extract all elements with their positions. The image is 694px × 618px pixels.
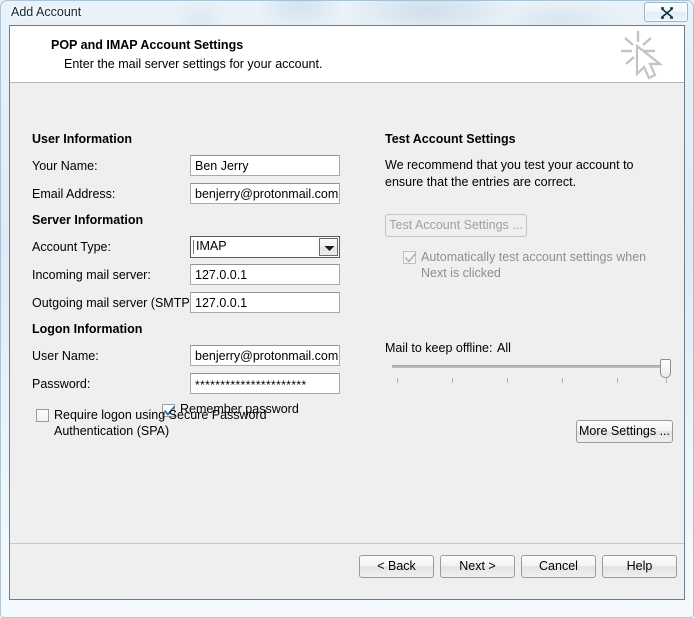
- cursor-sparkle-icon: [616, 29, 672, 81]
- help-button[interactable]: Help: [602, 555, 677, 578]
- your-name-input[interactable]: [190, 155, 340, 176]
- account-type-dropdown-button[interactable]: [319, 238, 338, 256]
- password-label: Password:: [32, 377, 91, 391]
- account-type-value: IMAP: [196, 239, 227, 253]
- title-bar: Add Account: [0, 0, 694, 26]
- mail-to-keep-offline-label: Mail to keep offline:: [385, 341, 493, 355]
- auto-test-checkbox[interactable]: [403, 251, 416, 264]
- email-address-label: Email Address:: [32, 187, 116, 201]
- auto-test-label: Automatically test account settings when…: [421, 250, 647, 280]
- incoming-mail-server-input[interactable]: [190, 264, 340, 285]
- slider-tick: [562, 378, 563, 383]
- dialog-body: User Information Your Name: Email Addres…: [10, 83, 684, 543]
- page-subtitle: Enter the mail server settings for your …: [64, 57, 323, 71]
- slider-tick: [507, 378, 508, 383]
- slider-tick: [397, 378, 398, 383]
- mail-to-keep-offline-slider[interactable]: [388, 359, 672, 385]
- slider-track: [392, 365, 668, 368]
- cancel-button[interactable]: Cancel: [521, 555, 596, 578]
- page-title: POP and IMAP Account Settings: [51, 38, 244, 52]
- password-input[interactable]: **********************: [190, 373, 340, 394]
- outgoing-mail-server-label: Outgoing mail server (SMTP):: [32, 296, 198, 310]
- incoming-mail-server-label: Incoming mail server:: [32, 268, 151, 282]
- section-heading-test-account-settings: Test Account Settings: [385, 132, 516, 146]
- slider-tick: [617, 378, 618, 383]
- account-type-select[interactable]: IMAP: [190, 236, 340, 258]
- add-account-dialog: Add Account POP and IMAP Account Setting…: [0, 0, 694, 618]
- slider-tick: [452, 378, 453, 383]
- section-heading-server-information: Server Information: [32, 213, 144, 227]
- user-name-label: User Name:: [32, 349, 99, 363]
- account-type-label: Account Type:: [32, 240, 111, 254]
- test-account-description: We recommend that you test your account …: [385, 158, 634, 189]
- require-spa-checkbox[interactable]: [36, 409, 49, 422]
- dialog-header: POP and IMAP Account Settings Enter the …: [10, 26, 684, 83]
- outgoing-mail-server-input[interactable]: [190, 292, 340, 313]
- your-name-label: Your Name:: [32, 159, 98, 173]
- slider-thumb[interactable]: [660, 359, 671, 378]
- test-account-settings-button[interactable]: Test Account Settings ...: [385, 214, 527, 237]
- next-button[interactable]: Next >: [440, 555, 515, 578]
- email-address-input[interactable]: [190, 183, 340, 204]
- window-title: Add Account: [11, 5, 82, 19]
- back-button[interactable]: < Back: [359, 555, 434, 578]
- dialog-client-area: POP and IMAP Account Settings Enter the …: [9, 25, 685, 600]
- require-spa-label: Require logon using Secure Password Auth…: [54, 408, 267, 438]
- text-caret-icon: [193, 240, 194, 254]
- close-button[interactable]: [644, 2, 688, 22]
- slider-tick: [666, 378, 667, 383]
- user-name-input[interactable]: [190, 345, 340, 366]
- more-settings-button[interactable]: More Settings ...: [576, 420, 673, 443]
- dialog-footer: < Back Next > Cancel Help: [10, 544, 684, 599]
- section-heading-logon-information: Logon Information: [32, 322, 143, 336]
- mail-to-keep-offline-value: All: [497, 341, 511, 355]
- section-heading-user-information: User Information: [32, 132, 133, 146]
